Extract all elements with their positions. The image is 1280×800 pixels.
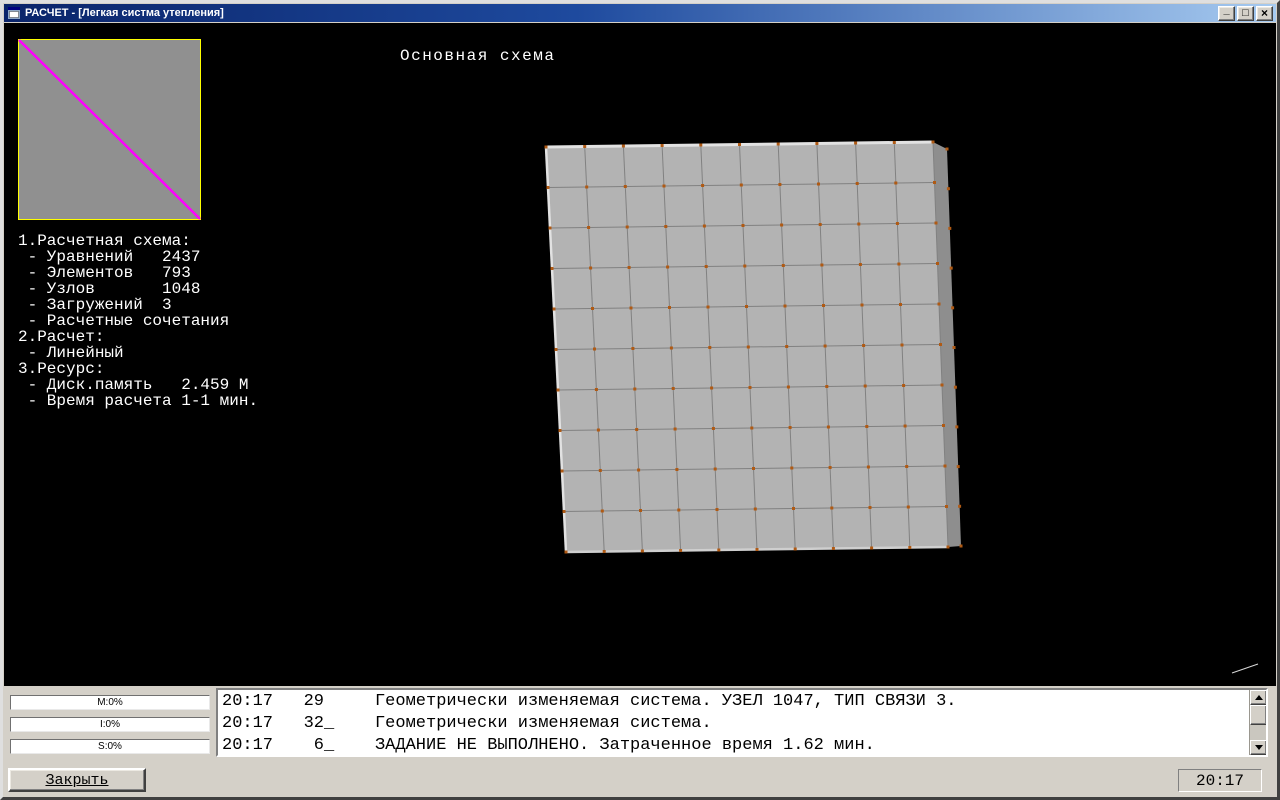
log-number: 32_ (303, 714, 335, 733)
log-time: 20:17 (222, 736, 274, 755)
progress-bar-s: S:0% (10, 739, 210, 754)
close-window-button[interactable]: × (1256, 5, 1273, 21)
canvas-corner-mark (1231, 663, 1259, 674)
close-icon: × (1260, 5, 1268, 20)
log-row[interactable]: 20:17 29 Геометрически изменяемая система.… (222, 691, 1246, 713)
model-canvas[interactable]: Основная схема 1.Расчетная схема: - Урав… (4, 23, 1276, 686)
canvas-heading: Основная схема (400, 47, 556, 65)
log-time: 20:17 (222, 692, 274, 711)
footer-bar: Закрыть 20:17 (4, 763, 1276, 797)
log-number: 6_ (303, 736, 335, 755)
scrollbar-thumb[interactable] (1250, 705, 1266, 725)
minimize-icon: _ (1223, 4, 1230, 16)
app-icon (8, 7, 20, 19)
log-number: 29 (303, 692, 324, 711)
scroll-up-button[interactable] (1250, 690, 1266, 705)
restore-button[interactable]: □ (1237, 5, 1254, 21)
log-message: ЗАДАНИЕ НЕ ВЫПОЛНЕНО. Затраченное время … (374, 736, 875, 755)
scroll-down-button[interactable] (1250, 740, 1266, 755)
minimize-button[interactable]: _ (1218, 4, 1235, 21)
log-time: 20:17 (222, 714, 274, 733)
log-message: Геометрически изменяемая система. (374, 714, 712, 733)
close-dialog-button[interactable]: Закрыть (8, 768, 146, 792)
window-controls: _ □ × (1218, 4, 1273, 21)
window-title: РАСЧЕТ - [Легкая систма утепления] (25, 7, 224, 19)
title-bar[interactable]: РАСЧЕТ - [Легкая систма утепления] _ □ × (4, 4, 1276, 22)
status-panel: M:0% I:0% S:0% 20:17 29 Геометрически изменя… (4, 686, 1276, 763)
app-window: РАСЧЕТ - [Легкая систма утепления] _ □ ×… (0, 0, 1280, 800)
log-row[interactable]: 20:17 32_ Геометрически изменяемая система… (222, 713, 1246, 735)
progress-bar-i: I:0% (10, 717, 210, 732)
log-row[interactable]: 20:17 6_ ЗАДАНИЕ НЕ ВЫПОЛНЕНО. Затраченно… (222, 735, 1246, 755)
scroll-down-icon (1254, 745, 1263, 754)
scheme-info-block: 1.Расчетная схема: - Уравнений 2437 - Эл… (18, 232, 259, 410)
log-scrollbar[interactable] (1249, 690, 1266, 755)
progress-bar-m: M:0% (10, 695, 210, 710)
scheme-thumbnail[interactable] (18, 39, 201, 220)
log-box[interactable]: 20:17 29 Геометрически изменяемая система.… (216, 688, 1268, 757)
log-rows: 20:17 29 Геометрически изменяемая система.… (222, 691, 1246, 755)
progress-column: M:0% I:0% S:0% (10, 695, 210, 761)
restore-icon: □ (1242, 6, 1249, 19)
scroll-up-icon (1254, 691, 1263, 700)
clock-display: 20:17 (1178, 769, 1262, 792)
log-message: Геометрически изменяемая система. УЗЕЛ 1… (374, 692, 957, 711)
